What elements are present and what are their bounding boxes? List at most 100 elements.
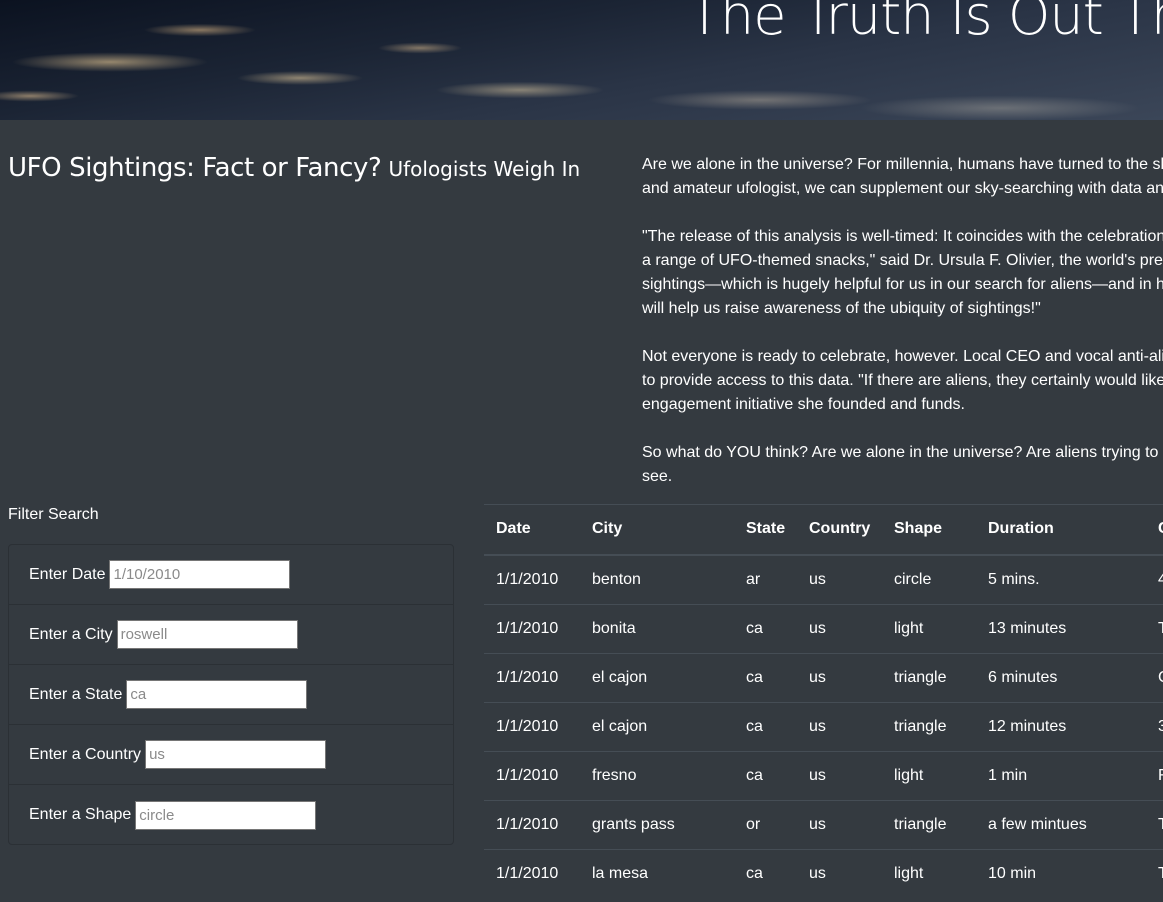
cell-shape: circle [882, 554, 976, 604]
country-label: Enter a Country [29, 745, 142, 763]
city-input[interactable] [116, 620, 298, 649]
country-input[interactable] [145, 740, 327, 769]
ufo-table-container[interactable]: Date City State Country Shape Duration C… [484, 504, 1163, 902]
cell-state: ar [734, 554, 797, 604]
table-row: 1/1/2010 grants pass or us triangle a few min… [484, 799, 1163, 849]
cell-shape: light [882, 750, 976, 800]
cell-date: 1/1/2010 [484, 652, 580, 702]
article-paragraph: Not everyone is ready to celebrate, howe… [642, 345, 1163, 417]
filter-panel: Enter Date Enter a City Enter a State En… [8, 544, 454, 845]
cell-country: us [797, 848, 882, 898]
cell-country: us [797, 554, 882, 604]
page-heading: UFO Sightings: Fact or Fancy? Ufologists… [8, 153, 580, 183]
city-label: Enter a City [29, 625, 113, 643]
filter-row-date: Enter Date [9, 545, 453, 605]
shape-input[interactable] [135, 800, 317, 830]
article-line: So what do YOU think? Are we alone in th… [642, 444, 1163, 461]
cell-city: bonita [580, 603, 734, 653]
cell-city: la mesa [580, 848, 734, 898]
cell-date: 1/1/2010 [484, 848, 580, 898]
article-line: Are we alone in the universe? For millen… [642, 156, 1163, 173]
cell-state: ca [734, 848, 797, 898]
table-header-row: Date City State Country Shape Duration C… [484, 504, 1163, 556]
cell-duration: 10 min [976, 848, 1146, 898]
column-header-comments: Comments [1146, 504, 1163, 556]
article-line: a range of UFO-themed snacks," said Dr. … [642, 252, 1163, 269]
column-header-state: State [734, 504, 797, 556]
cell-date: 1/1/2010 [484, 701, 580, 751]
article-line: to provide access to this data. "If ther… [642, 372, 1163, 389]
shape-label: Enter a Shape [29, 806, 132, 823]
cell-state: ca [734, 701, 797, 751]
article-line: see. [642, 468, 673, 485]
cell-city: el cajon [580, 652, 734, 702]
table-row: 1/1/2010 fresno ca us light 1 min F [484, 750, 1163, 800]
cell-date: 1/1/2010 [484, 799, 580, 849]
cell-duration: 1 min [976, 750, 1146, 800]
article-line: "The release of this analysis is well-ti… [642, 228, 1163, 245]
date-label: Enter Date [29, 565, 106, 583]
cell-shape: triangle [882, 701, 976, 751]
cell-country: us [797, 701, 882, 751]
column-header-date: Date [484, 504, 580, 556]
cell-state: ca [734, 750, 797, 800]
cell-city: fresno [580, 750, 734, 800]
page-title: UFO Sightings: Fact or Fancy? [8, 153, 382, 183]
cell-comments: T [1146, 603, 1163, 653]
cell-city: benton [580, 554, 734, 604]
cell-country: us [797, 652, 882, 702]
article-line: Not everyone is ready to celebrate, howe… [642, 348, 1163, 365]
column-header-country: Country [797, 504, 882, 556]
article-line: sightings—which is hugely helpful for us… [642, 276, 1163, 293]
table-body: 1/1/2010 benton ar us circle 5 mins. 4 1/1/2010… [484, 554, 1163, 898]
article-text: Are we alone in the universe? For millen… [642, 153, 1163, 513]
page-subtitle: Ufologists Weigh In [388, 157, 581, 181]
table-row: 1/1/2010 la mesa ca us light 10 min T [484, 848, 1163, 898]
filter-row-state: Enter a State [9, 665, 453, 725]
table-row: 1/1/2010 el cajon ca us triangle 12 minutes 3 [484, 701, 1163, 751]
cell-city: el cajon [580, 701, 734, 751]
column-header-duration: Duration [976, 504, 1146, 556]
filter-row-city: Enter a City [9, 605, 453, 665]
cell-comments: 4 [1146, 554, 1163, 604]
cell-duration: a few mintues [976, 799, 1146, 849]
cell-country: us [797, 750, 882, 800]
cell-shape: light [882, 603, 976, 653]
article-paragraph: Are we alone in the universe? For millen… [642, 153, 1163, 201]
hero-banner: The Truth Is Out There [0, 0, 1163, 120]
cell-comments: T [1146, 848, 1163, 898]
article-line: will help us raise awareness of the ubiq… [642, 300, 1041, 317]
date-input[interactable] [109, 560, 291, 589]
cell-state: ca [734, 652, 797, 702]
article-paragraph: So what do YOU think? Are we alone in th… [642, 441, 1163, 489]
filter-search-title: Filter Search [8, 506, 99, 523]
cell-duration: 6 minutes [976, 652, 1146, 702]
cell-comments: T [1146, 799, 1163, 849]
article-line: and amateur ufologist, we can supplement… [642, 180, 1163, 197]
table-row: 1/1/2010el cajoncaustriangle6 minutesC r [484, 652, 1163, 702]
cell-country: us [797, 799, 882, 849]
hero-title: The Truth Is Out There [688, 0, 1163, 47]
cell-state: or [734, 799, 797, 849]
cell-city: grants pass [580, 799, 734, 849]
column-header-shape: Shape [882, 504, 976, 556]
table-row: 1/1/2010 benton ar us circle 5 mins. 4 [484, 554, 1163, 604]
state-input[interactable] [126, 680, 308, 709]
column-header-city: City [580, 504, 734, 556]
cell-date: 1/1/2010 [484, 603, 580, 653]
state-label: Enter a State [29, 685, 123, 703]
cell-state: ca [734, 603, 797, 653]
ufo-table: Date City State Country Shape Duration C… [484, 504, 1163, 898]
article-line: engagement initiative she founded and fu… [642, 396, 965, 413]
cell-comments: C r [1146, 652, 1163, 702]
cell-duration: 5 mins. [976, 554, 1146, 604]
table-row: 1/1/2010 bonita ca us light 13 minutes T [484, 603, 1163, 653]
article-paragraph: "The release of this analysis is well-ti… [642, 225, 1163, 321]
cell-comments: F [1146, 750, 1163, 800]
filter-row-shape: Enter a Shape [9, 785, 453, 845]
cell-date: 1/1/2010 [484, 750, 580, 800]
cell-duration: 13 minutes [976, 603, 1146, 653]
cell-duration: 12 minutes [976, 701, 1146, 751]
cell-shape: triangle [882, 799, 976, 849]
cell-shape: light [882, 848, 976, 898]
